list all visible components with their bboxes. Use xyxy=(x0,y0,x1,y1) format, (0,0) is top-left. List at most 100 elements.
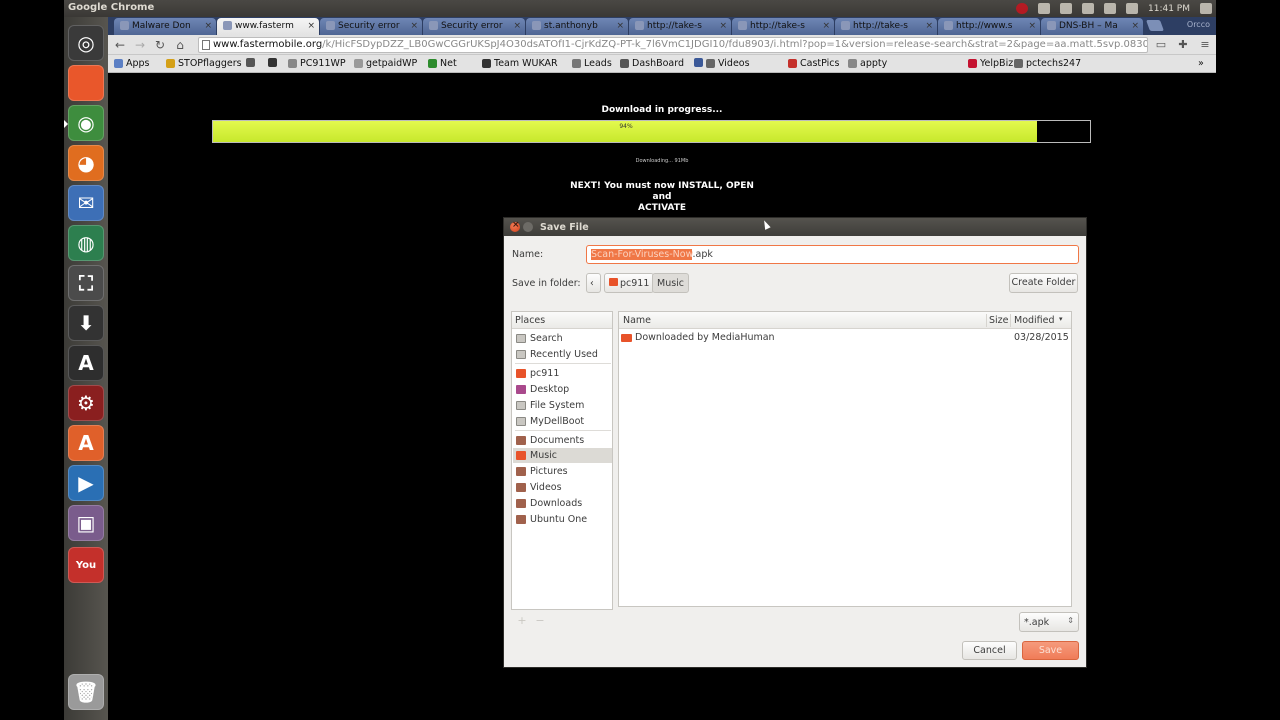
software-center-icon[interactable]: A xyxy=(68,425,104,461)
bookmark-item[interactable]: YelpBiz xyxy=(968,58,1013,69)
path-button-music[interactable]: Music xyxy=(652,273,690,293)
add-bookmark-icon[interactable]: + xyxy=(516,615,528,627)
globe-icon[interactable]: ◍ xyxy=(68,225,104,261)
files-icon[interactable] xyxy=(68,65,104,101)
browser-tab[interactable]: Malware Don × xyxy=(114,18,216,35)
back-arrow-icon[interactable]: ← xyxy=(112,37,128,53)
tab-close-icon[interactable]: × xyxy=(204,21,212,35)
forward-arrow-icon[interactable]: → xyxy=(132,37,148,53)
power-gear-icon[interactable] xyxy=(1200,3,1212,14)
dialog-titlebar[interactable]: Save File xyxy=(504,218,1086,236)
wifi-icon[interactable] xyxy=(1060,3,1072,14)
close-icon[interactable] xyxy=(510,220,520,232)
filename-input[interactable]: Scan-For-Viruses-Now.apk xyxy=(586,245,1079,264)
bookmark-item[interactable] xyxy=(694,58,703,67)
weather-icon[interactable] xyxy=(1038,3,1050,14)
path-back-button[interactable]: ‹ xyxy=(586,273,601,293)
column-name[interactable]: Name xyxy=(623,315,651,326)
tab-close-icon[interactable]: × xyxy=(1131,21,1139,35)
chrome-icon[interactable]: ◉ xyxy=(64,105,104,141)
place-item[interactable]: Documents xyxy=(513,433,612,448)
bookmark-item[interactable]: getpaidWP xyxy=(354,58,417,69)
network-icon[interactable]: ⛶ xyxy=(68,265,104,301)
keyboard-icon[interactable] xyxy=(1082,3,1094,14)
column-size[interactable]: Size xyxy=(989,315,1009,326)
firefox-icon[interactable]: ◕ xyxy=(68,145,104,181)
reload-icon[interactable]: ↻ xyxy=(152,37,168,53)
file-row[interactable]: Downloaded by MediaHuman 03/28/2015 xyxy=(619,329,1071,345)
browser-tab[interactable]: Security error × xyxy=(320,18,422,35)
trash-icon[interactable]: 🗑 xyxy=(68,674,104,710)
sort-chevron-down-icon[interactable]: ▾ xyxy=(1059,315,1063,323)
browser-tab[interactable]: Security error × xyxy=(423,18,525,35)
browser-tab[interactable]: http://take-s × xyxy=(835,18,937,35)
minimize-icon[interactable] xyxy=(523,222,533,232)
extension-icon[interactable]: ✚ xyxy=(1176,38,1190,52)
place-item[interactable]: pc911 xyxy=(513,366,612,381)
tab-close-icon[interactable]: × xyxy=(1028,21,1036,35)
place-item[interactable]: Videos xyxy=(513,480,612,495)
place-item[interactable]: Ubuntu One xyxy=(513,512,612,527)
path-button-home[interactable]: pc911 xyxy=(604,273,655,293)
bookmark-item[interactable]: STOPflaggers xyxy=(166,58,242,69)
browser-tab[interactable]: http://take-s × xyxy=(629,18,731,35)
bookmark-item[interactable]: DashBoard xyxy=(620,58,684,69)
cancel-button[interactable]: Cancel xyxy=(962,641,1017,660)
tab-close-icon[interactable]: × xyxy=(513,21,521,35)
place-item[interactable]: MyDellBoot xyxy=(513,414,612,429)
create-folder-button[interactable]: Create Folder xyxy=(1009,273,1078,293)
bookmark-item[interactable]: pctechs247 xyxy=(1014,58,1081,69)
volume-icon[interactable] xyxy=(1126,3,1138,14)
software-updater-icon[interactable]: A xyxy=(68,345,104,381)
place-item[interactable]: Desktop xyxy=(513,382,612,397)
browser-tab[interactable]: http://www.s × xyxy=(938,18,1040,35)
file-type-filter[interactable]: *.apk ⇕ xyxy=(1019,612,1079,632)
browser-tab[interactable]: DNS-BH – Ma × xyxy=(1041,18,1143,35)
mail-icon[interactable] xyxy=(1104,3,1116,14)
tab-close-icon[interactable]: × xyxy=(307,21,315,35)
place-item[interactable]: Pictures xyxy=(513,464,612,479)
places-header[interactable]: Places xyxy=(512,312,612,329)
bookmark-item[interactable]: CastPics xyxy=(788,58,839,69)
page-info-icon[interactable] xyxy=(202,40,210,50)
browser-tab[interactable]: st.anthonyb × xyxy=(526,18,628,35)
bookmark-item[interactable] xyxy=(246,58,255,67)
bookmark-item[interactable]: appty xyxy=(848,58,887,69)
home-icon[interactable]: ⌂ xyxy=(172,37,188,53)
session-indicator-icon[interactable] xyxy=(1016,3,1028,14)
more-bookmarks-icon[interactable]: » xyxy=(1198,58,1204,69)
bookmark-item[interactable]: PC911WP xyxy=(288,58,346,69)
tab-close-icon[interactable]: × xyxy=(410,21,418,35)
youtube-icon[interactable]: You xyxy=(68,547,104,583)
new-tab-button[interactable] xyxy=(1145,20,1165,31)
download-icon[interactable]: ⬇ xyxy=(68,305,104,341)
clock[interactable]: 11:41 PM xyxy=(1148,4,1190,14)
bookmark-item[interactable]: Net xyxy=(428,58,457,69)
bookmark-item[interactable] xyxy=(268,58,277,67)
tab-close-icon[interactable]: × xyxy=(719,21,727,35)
bookmark-item[interactable]: Team WUKAR xyxy=(482,58,558,69)
place-item[interactable]: Recently Used xyxy=(513,347,612,362)
screen-recorder-icon[interactable]: ▣ xyxy=(68,505,104,541)
remove-bookmark-icon[interactable]: − xyxy=(534,615,546,627)
thunderbird-icon[interactable]: ✉ xyxy=(68,185,104,221)
place-item[interactable]: Search xyxy=(513,331,612,346)
place-item[interactable]: Downloads xyxy=(513,496,612,511)
dash-icon[interactable]: ◎ xyxy=(68,25,104,61)
tab-close-icon[interactable]: × xyxy=(822,21,830,35)
place-item[interactable]: Music xyxy=(513,448,612,463)
bookmark-item[interactable]: Apps xyxy=(114,58,150,69)
save-button[interactable]: Save xyxy=(1022,641,1079,660)
bookmark-item[interactable]: Videos xyxy=(706,58,750,69)
system-settings-icon[interactable]: ⚙ xyxy=(68,385,104,421)
address-bar[interactable]: www.fastermobile.org/k/HicFSDypDZZ_LB0Gw… xyxy=(198,37,1148,53)
browser-tab[interactable]: http://take-s × xyxy=(732,18,834,35)
place-item[interactable]: File System xyxy=(513,398,612,413)
menu-icon[interactable]: ≡ xyxy=(1198,38,1212,52)
tab-close-icon[interactable]: × xyxy=(925,21,933,35)
column-modified[interactable]: Modified xyxy=(1014,315,1055,326)
cast-icon[interactable]: ▭ xyxy=(1154,38,1168,52)
browser-tab[interactable]: www.fasterm × xyxy=(217,18,319,35)
media-player-icon[interactable]: ▶ xyxy=(68,465,104,501)
bookmark-item[interactable]: Leads xyxy=(572,58,612,69)
